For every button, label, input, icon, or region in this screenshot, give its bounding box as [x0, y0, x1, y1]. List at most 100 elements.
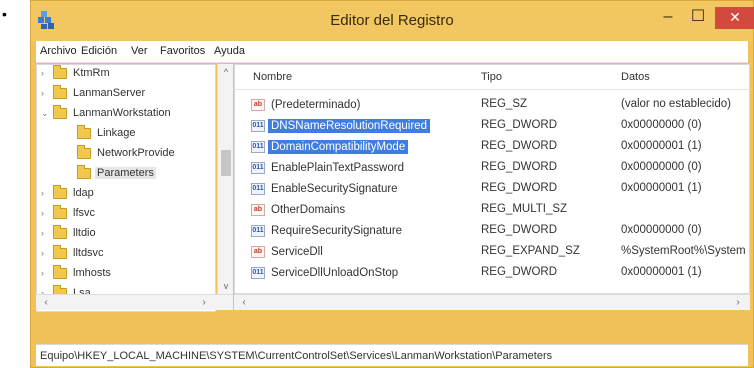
expand-arrow-icon[interactable]: › [41, 88, 53, 98]
expand-arrow-icon[interactable]: › [41, 68, 53, 78]
scroll-right-icon[interactable]: › [730, 295, 746, 311]
value-row[interactable]: 011 EnableSecuritySignature REG_DWORD 0x0… [235, 179, 749, 199]
tree-item-selected[interactable]: Parameters [65, 164, 156, 187]
binary-value-icon: 011 [251, 140, 265, 153]
tree-item-label: LanmanServer [73, 87, 146, 100]
value-row[interactable]: ab ServiceDll REG_EXPAND_SZ %SystemRoot%\… [235, 242, 749, 262]
value-data: 0x00000001 (1) [621, 140, 702, 152]
status-bar-path: Equipo\HKEY_LOCAL_MACHINE\SYSTEM\Current… [36, 344, 748, 366]
tree-item-label: Linkage [97, 127, 136, 140]
close-button[interactable]: ✕ [715, 7, 754, 29]
menu-ver[interactable]: Ver [131, 45, 148, 57]
tree-item[interactable]: › lltdio [41, 224, 98, 247]
tree-item[interactable]: Linkage [65, 124, 138, 147]
value-row[interactable]: ab OtherDomains REG_MULTI_SZ [235, 200, 749, 220]
registry-values-list[interactable]: Nombre Tipo Datos ab (Predeterminado) REG… [234, 64, 750, 294]
tree-item-label: ldap [73, 187, 94, 200]
list-horizontal-scrollbar[interactable]: ‹ › [234, 294, 750, 310]
value-row[interactable]: ab (Predeterminado) REG_SZ (valor no esta… [235, 95, 749, 115]
scroll-thumb[interactable] [221, 150, 231, 176]
column-header-type[interactable]: Tipo [481, 71, 502, 83]
binary-value-icon: 011 [251, 266, 265, 279]
tree-item-label: LanmanWorkstation [73, 107, 171, 120]
folder-icon [77, 124, 91, 139]
value-name: EnablePlainTextPassword [271, 162, 404, 174]
value-name: ServiceDllUnloadOnStop [271, 267, 399, 279]
tree-item[interactable]: › lmhosts [41, 264, 113, 287]
value-data: 0x00000000 (0) [621, 161, 702, 173]
menu-edicion[interactable]: Edición [81, 45, 117, 57]
tree-item[interactable]: › lltdsvc [41, 244, 106, 267]
scroll-left-icon[interactable]: ‹ [236, 295, 252, 311]
folder-icon [53, 204, 67, 219]
maximize-button[interactable]: ☐ [683, 7, 713, 29]
value-data: %SystemRoot%\System [621, 245, 746, 257]
binary-value-icon: 011 [251, 224, 265, 237]
tree-item-label: NetworkProvide [97, 147, 175, 160]
tree-item-label: Parameters [95, 167, 156, 180]
registry-key-tree[interactable]: › KtmRm › LanmanServer ⌄ LanmanWorkstation … [36, 64, 216, 312]
tree-item[interactable]: › lfsvc [41, 204, 97, 227]
value-row-selected[interactable]: 011 DomainCompatibilityMode REG_DWORD 0x0… [235, 137, 749, 157]
string-value-icon: ab [251, 203, 265, 216]
value-type: REG_SZ [481, 98, 528, 110]
tree-horizontal-scrollbar[interactable]: ‹ › [36, 294, 233, 310]
window-title: Editor del Registro [330, 12, 454, 29]
list-bullet: • [2, 6, 7, 22]
value-type: REG_DWORD [481, 182, 558, 194]
column-header-name[interactable]: Nombre [253, 71, 292, 83]
title-bar[interactable]: Editor del Registro – ☐ ✕ [31, 1, 754, 41]
binary-value-icon: 011 [251, 119, 265, 132]
expand-arrow-icon[interactable]: › [41, 248, 53, 258]
scroll-right-icon[interactable]: › [196, 295, 212, 311]
value-row-selected[interactable]: 011 DNSNameResolutionRequired REG_DWORD 0… [235, 116, 749, 136]
expand-arrow-icon[interactable]: › [41, 268, 53, 278]
value-row[interactable]: 011 ServiceDllUnloadOnStop REG_DWORD 0x00… [235, 263, 749, 283]
menu-ayuda[interactable]: Ayuda [214, 45, 245, 57]
folder-open-icon [77, 164, 91, 179]
folder-icon [77, 144, 91, 159]
value-data: 0x00000000 (0) [621, 224, 702, 236]
scroll-left-icon[interactable]: ‹ [38, 295, 54, 311]
column-header-data[interactable]: Datos [621, 71, 650, 83]
header-divider [235, 89, 749, 90]
value-type: REG_DWORD [481, 140, 558, 152]
collapse-arrow-icon[interactable]: ⌄ [41, 108, 53, 119]
folder-icon [53, 65, 67, 79]
expand-arrow-icon[interactable]: › [41, 188, 53, 198]
value-data: 0x00000000 (0) [621, 119, 702, 131]
registry-editor-window: Editor del Registro – ☐ ✕ Archivo Edició… [30, 0, 754, 368]
expand-arrow-icon[interactable]: › [41, 228, 53, 238]
tree-item-label: lltdsvc [73, 247, 104, 260]
tree-item[interactable]: ⌄ LanmanWorkstation [41, 104, 173, 127]
scroll-down-icon[interactable]: v [218, 278, 234, 294]
value-type: REG_DWORD [481, 119, 558, 131]
value-type: REG_DWORD [481, 224, 558, 236]
binary-value-icon: 011 [251, 161, 265, 174]
folder-icon [53, 244, 67, 259]
folder-open-icon [53, 104, 67, 119]
scroll-up-icon[interactable]: ^ [218, 64, 234, 80]
menu-bar: Archivo Edición Ver Favoritos Ayuda [36, 41, 748, 63]
tree-item-label: lfsvc [73, 207, 95, 220]
menu-archivo[interactable]: Archivo [40, 45, 77, 57]
value-name: OtherDomains [271, 204, 346, 216]
string-value-icon: ab [251, 245, 265, 258]
tree-item-label: KtmRm [73, 67, 110, 80]
tree-item-label: lltdio [73, 227, 96, 240]
binary-value-icon: 011 [251, 182, 265, 195]
tree-vertical-scrollbar[interactable]: ^ v [217, 64, 233, 294]
value-name: RequireSecuritySignature [271, 225, 403, 237]
tree-item[interactable]: › KtmRm [41, 65, 112, 87]
value-name: ServiceDll [271, 246, 323, 258]
expand-arrow-icon[interactable]: › [41, 208, 53, 218]
value-type: REG_DWORD [481, 161, 558, 173]
tree-item-label: lmhosts [73, 267, 111, 280]
value-row[interactable]: 011 RequireSecuritySignature REG_DWORD 0x… [235, 221, 749, 241]
value-data: 0x00000001 (1) [621, 182, 702, 194]
folder-icon [53, 84, 67, 99]
value-row[interactable]: 011 EnablePlainTextPassword REG_DWORD 0x0… [235, 158, 749, 178]
tree-item[interactable]: › ldap [41, 184, 96, 207]
menu-favoritos[interactable]: Favoritos [160, 45, 205, 57]
minimize-button[interactable]: – [653, 7, 683, 29]
